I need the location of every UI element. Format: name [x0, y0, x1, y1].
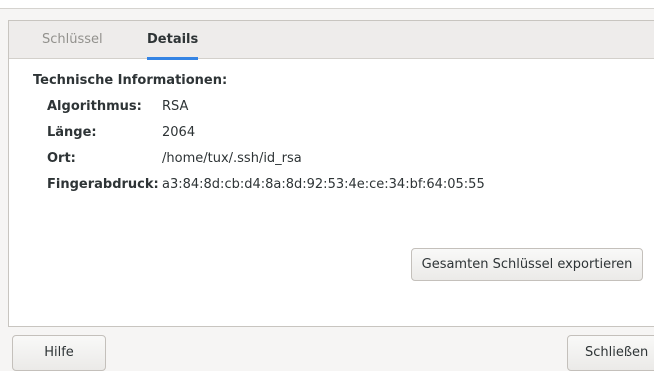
export-key-button[interactable]: Gesamten Schlüssel exportieren — [411, 248, 643, 281]
section-title: Technische Informationen: — [33, 73, 228, 88]
algorithm-label: Algorithmus: — [47, 99, 142, 114]
tab-key-label: Schlüssel — [42, 32, 103, 47]
fingerprint-label: Fingerabdruck: — [47, 177, 159, 192]
window-top-edge — [0, 0, 654, 9]
tab-key[interactable]: Schlüssel — [42, 21, 103, 59]
location-value: /home/tux/.ssh/id_rsa — [162, 151, 302, 166]
tab-details-label: Details — [147, 32, 199, 47]
details-notebook: Schlüssel Details Technische Information… — [8, 20, 654, 327]
fingerprint-value: a3:84:8d:cb:d4:8a:8d:92:53:4e:ce:34:bf:6… — [162, 177, 485, 192]
help-button[interactable]: Hilfe — [12, 335, 106, 371]
location-label: Ort: — [47, 151, 76, 166]
close-button[interactable]: Schließen — [567, 335, 654, 371]
length-label: Länge: — [47, 125, 97, 140]
length-value: 2064 — [162, 125, 196, 140]
tab-details[interactable]: Details — [147, 21, 199, 60]
tab-bar: Schlüssel Details — [9, 21, 654, 60]
algorithm-value: RSA — [162, 99, 189, 114]
active-tab-indicator — [147, 57, 199, 60]
